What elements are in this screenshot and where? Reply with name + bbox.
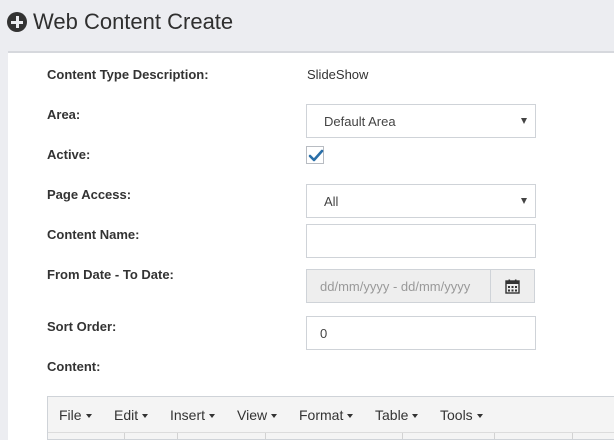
toolbar-separator <box>124 433 125 439</box>
caret-down-icon <box>476 414 483 419</box>
caret-down-icon <box>271 414 278 419</box>
sort-order-input[interactable]: 0 <box>306 316 536 350</box>
page-access-select[interactable]: All <box>306 184 536 218</box>
area-select[interactable]: Default Area <box>306 104 536 138</box>
active-label: Active: <box>47 147 91 162</box>
plus-circle-icon <box>7 12 27 32</box>
checkmark-icon <box>308 149 324 162</box>
toolbar-separator <box>572 433 573 439</box>
menu-edit[interactable]: Edit <box>114 407 149 423</box>
menu-tools[interactable]: Tools <box>440 407 483 423</box>
toolbar-separator <box>265 433 266 439</box>
area-label: Area: <box>47 107 81 122</box>
sort-order-label: Sort Order: <box>47 319 117 334</box>
caret-down-icon <box>347 414 354 419</box>
content-name-label: Content Name: <box>47 227 140 242</box>
content-type-description-value: SlideShow <box>307 67 369 82</box>
date-range-input[interactable]: dd/mm/yyyy - dd/mm/yyyy <box>306 269 491 303</box>
menu-insert[interactable]: Insert <box>170 407 216 423</box>
rich-text-editor: File Edit Insert View Format Table Tools <box>47 396 614 440</box>
page-header: Web Content Create <box>0 0 614 50</box>
caret-down-icon <box>85 414 92 419</box>
content-type-description-label: Content Type Description: <box>47 67 209 82</box>
toolbar-separator <box>402 433 403 439</box>
page-access-label: Page Access: <box>47 187 132 202</box>
calendar-icon <box>505 279 520 294</box>
active-checkbox[interactable] <box>306 146 324 164</box>
page-title: Web Content Create <box>33 9 234 34</box>
menu-format[interactable]: Format <box>299 407 354 423</box>
menu-view[interactable]: View <box>237 407 278 423</box>
editor-toolbar <box>48 432 614 439</box>
date-range-placeholder: dd/mm/yyyy - dd/mm/yyyy <box>320 279 471 294</box>
date-range-label: From Date - To Date: <box>47 267 174 282</box>
toolbar-separator <box>494 433 495 439</box>
editor-menubar: File Edit Insert View Format Table Tools <box>48 397 614 432</box>
area-select-value: Default Area <box>324 114 396 129</box>
calendar-button[interactable] <box>490 269 535 303</box>
menu-table[interactable]: Table <box>375 407 419 423</box>
caret-down-icon <box>209 414 216 419</box>
sort-order-value: 0 <box>320 326 328 341</box>
toolbar-separator <box>177 433 178 439</box>
chevron-down-icon <box>521 118 527 124</box>
caret-down-icon <box>142 414 149 419</box>
content-name-input[interactable] <box>306 224 536 258</box>
page-access-select-value: All <box>324 194 339 209</box>
menu-file[interactable]: File <box>59 407 92 423</box>
content-label: Content: <box>47 359 101 374</box>
caret-down-icon <box>412 414 419 419</box>
chevron-down-icon <box>521 198 527 204</box>
